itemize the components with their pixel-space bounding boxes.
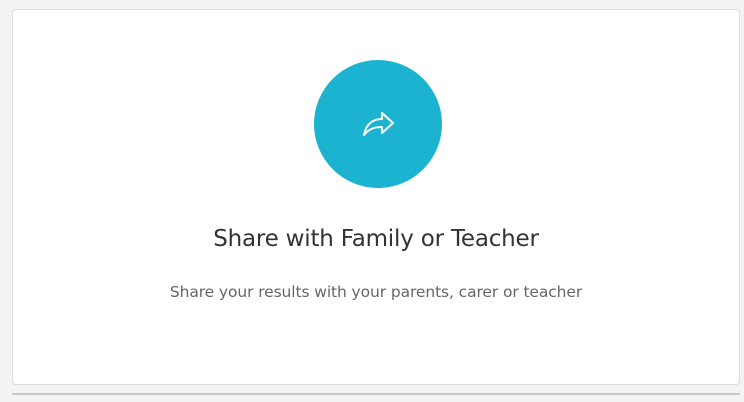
share-card[interactable]: Share with Family or Teacher Share your …: [12, 9, 740, 385]
card-title: Share with Family or Teacher: [213, 226, 539, 252]
card-subtitle: Share your results with your parents, ca…: [169, 283, 583, 301]
bottom-divider: [12, 393, 740, 395]
share-forward-icon: [363, 112, 394, 136]
share-icon-circle: [314, 60, 442, 188]
